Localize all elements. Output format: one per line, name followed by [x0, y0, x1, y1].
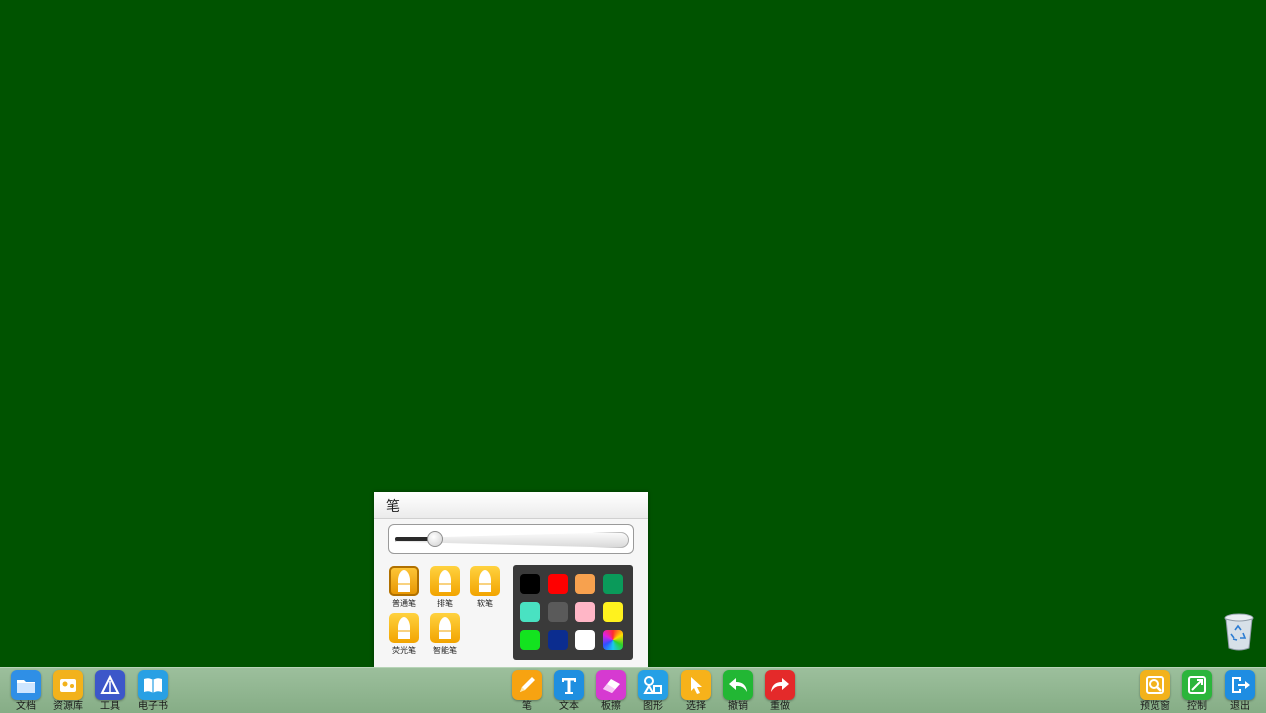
pen-type-label: 软笔: [477, 599, 493, 608]
preview-icon: [1140, 670, 1170, 700]
tools-icon: [95, 670, 125, 700]
folder-icon: [11, 670, 41, 700]
toolbar-button-label: 控制: [1187, 701, 1207, 712]
pen-type-soft[interactable]: 软笔: [467, 566, 503, 612]
pen-smart-icon: [430, 613, 460, 643]
toolbar-button-label: 撤销: [728, 701, 748, 712]
eraser-icon: [596, 670, 626, 700]
color-swatch[interactable]: [547, 602, 568, 622]
toolbar-button-label: 笔: [522, 701, 532, 712]
color-swatch[interactable]: [520, 630, 540, 650]
pen-panel-header: 笔: [374, 492, 648, 519]
color-palette: [513, 565, 633, 660]
pen-type-brush[interactable]: 排笔: [427, 566, 463, 612]
shapes-icon: [638, 670, 668, 700]
select-icon: [681, 670, 711, 700]
pen-settings-panel: 笔 普通笔 排笔 软笔荧光笔 智能笔: [374, 492, 648, 667]
pen-type-label: 智能笔: [433, 646, 457, 655]
color-swatch[interactable]: [520, 574, 540, 594]
toolbar-button-label: 板擦: [601, 701, 621, 712]
toolbar-ebook-button[interactable]: 电子书: [131, 670, 175, 713]
pen-type-smart[interactable]: 智能笔: [427, 613, 463, 659]
pen-type-label: 荧光笔: [392, 646, 416, 655]
color-swatch[interactable]: [575, 630, 595, 650]
undo-icon: [723, 670, 753, 700]
color-swatch-custom[interactable]: [602, 630, 623, 650]
color-swatch[interactable]: [575, 574, 595, 594]
toolbar-button-label: 退出: [1230, 701, 1250, 712]
resource-icon: [53, 670, 83, 700]
toolbar-control-button[interactable]: 控制: [1175, 670, 1219, 713]
pen-type-highlighter[interactable]: 荧光笔: [386, 613, 422, 659]
toolbar-eraser-button[interactable]: 板擦: [589, 670, 633, 713]
pen-type-label: 普通笔: [392, 599, 416, 608]
pen-type-normal[interactable]: 普通笔: [386, 566, 422, 612]
pen-normal-icon: [389, 566, 419, 596]
toolbar-preview-button[interactable]: 预览窗: [1133, 670, 1177, 713]
toolbar-button-label: 选择: [686, 701, 706, 712]
toolbar-button-label: 工具: [100, 701, 120, 712]
toolbar-shapes-button[interactable]: 图形: [631, 670, 675, 713]
toolbar-button-label: 文本: [559, 701, 579, 712]
color-swatch[interactable]: [602, 602, 623, 622]
pen-type-label: 排笔: [437, 599, 453, 608]
color-swatch[interactable]: [547, 574, 568, 594]
recycle-bin-icon[interactable]: [1223, 613, 1255, 651]
exit-icon: [1225, 670, 1255, 700]
pen-brush-icon: [430, 566, 460, 596]
toolbar-button-label: 重做: [770, 701, 790, 712]
color-swatch[interactable]: [575, 602, 595, 622]
slider-knob[interactable]: [427, 531, 443, 547]
toolbar-pen-button[interactable]: 笔: [505, 670, 549, 713]
pen-thickness-slider[interactable]: [388, 524, 634, 554]
color-swatch[interactable]: [520, 602, 540, 622]
toolbar-folder-button[interactable]: 文档: [4, 670, 48, 713]
pen-icon: [512, 670, 542, 700]
toolbar-button-label: 预览窗: [1140, 701, 1170, 712]
color-swatch[interactable]: [602, 574, 623, 594]
toolbar-button-label: 图形: [643, 701, 663, 712]
pen-soft-icon: [470, 566, 500, 596]
toolbar-select-button[interactable]: 选择: [674, 670, 718, 713]
ebook-icon: [138, 670, 168, 700]
toolbar-resource-button[interactable]: 资源库: [46, 670, 90, 713]
color-swatch[interactable]: [547, 630, 568, 650]
control-icon: [1182, 670, 1212, 700]
toolbar-button-label: 文档: [16, 701, 36, 712]
bottom-toolbar: 文档 资源库 工具 电子书 笔 文本 板擦 图形 选择 撤销 重做 预览窗 控制 退出: [0, 667, 1266, 713]
toolbar-exit-button[interactable]: 退出: [1218, 670, 1262, 713]
pen-highlighter-icon: [389, 613, 419, 643]
toolbar-tools-button[interactable]: 工具: [88, 670, 132, 713]
toolbar-undo-button[interactable]: 撤销: [716, 670, 760, 713]
text-icon: [554, 670, 584, 700]
redo-icon: [765, 670, 795, 700]
toolbar-button-label: 资源库: [53, 701, 83, 712]
toolbar-text-button[interactable]: 文本: [547, 670, 591, 713]
pen-panel-title: 笔: [386, 499, 400, 515]
toolbar-redo-button[interactable]: 重做: [758, 670, 802, 713]
toolbar-button-label: 电子书: [138, 701, 168, 712]
